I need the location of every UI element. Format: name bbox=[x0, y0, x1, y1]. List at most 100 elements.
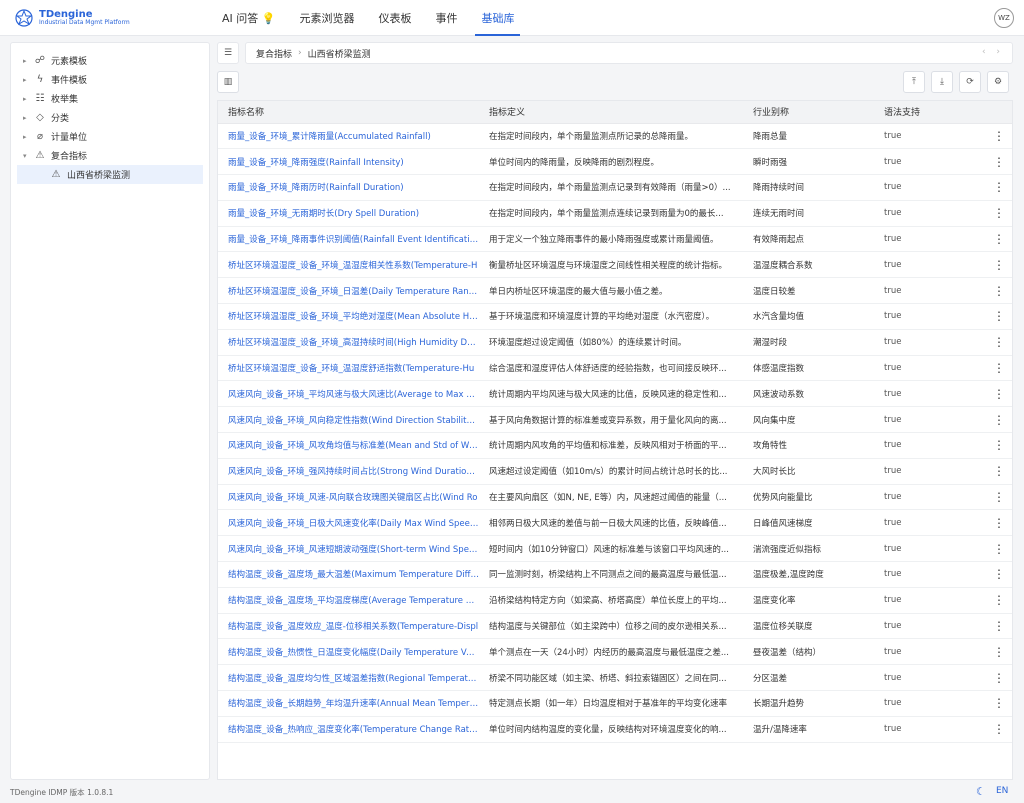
row-more-actions-icon[interactable]: ⋮ bbox=[984, 535, 1012, 563]
breadcrumb-scroll-arrows[interactable]: ‹ › bbox=[982, 47, 1004, 57]
row-more-actions-icon[interactable]: ⋮ bbox=[984, 432, 1012, 459]
table-row: 桥址区环境温湿度_设备_环境_温湿度相关性系数(Temperature-H 衡量桥… bbox=[218, 251, 1012, 279]
tree-item-units[interactable]: ▸ ⌀ 计量单位 bbox=[11, 127, 209, 146]
indicator-name-link[interactable]: 雨量_设备_环境_降雨事件识别阈值(Rainfall Event Identif… bbox=[218, 226, 479, 253]
indicator-name-link[interactable]: 雨量_设备_环境_降雨强度(Rainfall Intensity) bbox=[218, 148, 479, 176]
tree-item-composite-indicators[interactable]: ▾ ⚠ 复合指标 bbox=[11, 146, 209, 165]
row-more-actions-icon[interactable]: ⋮ bbox=[984, 174, 1012, 201]
tree-item-categories[interactable]: ▸ ◇ 分类 bbox=[11, 108, 209, 127]
row-more-actions-icon[interactable]: ⋮ bbox=[984, 484, 1012, 511]
row-more-actions-icon[interactable]: ⋮ bbox=[984, 638, 1012, 666]
row-more-actions-icon[interactable]: ⋮ bbox=[984, 329, 1012, 356]
expand-arrow-icon[interactable]: ▸ bbox=[23, 114, 33, 122]
row-more-actions-icon[interactable]: ⋮ bbox=[984, 277, 1012, 305]
expand-arrow-icon[interactable]: ▸ bbox=[23, 57, 33, 65]
indicator-name-link[interactable]: 桥址区环境温湿度_设备_环境_温湿度舒适指数(Temperature-Hu bbox=[218, 355, 479, 382]
indicator-name-link[interactable]: 雨量_设备_环境_降雨历时(Rainfall Duration) bbox=[218, 174, 479, 201]
upload-icon: ⤒ bbox=[912, 77, 916, 87]
tree-item-enum-sets[interactable]: ▸ ☷ 枚举集 bbox=[11, 89, 209, 108]
expand-arrow-icon[interactable]: ▾ bbox=[23, 152, 33, 160]
indicator-name-link[interactable]: 风速风向_设备_环境_风向稳定性指数(Wind Direction Stabil… bbox=[218, 406, 479, 434]
row-more-actions-icon[interactable]: ⋮ bbox=[984, 613, 1012, 640]
settings-button[interactable]: ⚙ bbox=[987, 71, 1009, 93]
import-button[interactable]: ⤓ bbox=[931, 71, 953, 93]
tree-item-event-templates[interactable]: ▸ ϟ 事件模板 bbox=[11, 70, 209, 89]
indicator-name-link[interactable]: 雨量_设备_环境_无雨期时长(Dry Spell Duration) bbox=[218, 200, 479, 227]
row-more-actions-icon[interactable]: ⋮ bbox=[984, 200, 1012, 227]
tab-ai-qa[interactable]: AI 问答 💡 bbox=[214, 0, 283, 36]
industry-alias: 昼夜温差（结构） bbox=[743, 638, 874, 666]
industry-alias: 瞬时雨强 bbox=[743, 148, 874, 176]
indicator-name-link[interactable]: 结构温度_设备_长期趋势_年均温升速率(Annual Mean Temperat… bbox=[218, 690, 479, 717]
tree-item-label: 复合指标 bbox=[51, 152, 88, 162]
row-more-actions-icon[interactable]: ⋮ bbox=[984, 716, 1012, 743]
indicator-name-link[interactable]: 风速风向_设备_环境_风攻角均值与标准差(Mean and Std of Win… bbox=[218, 432, 479, 459]
syntax-support-value: true bbox=[874, 355, 984, 382]
indicator-name-link[interactable]: 风速风向_设备_环境_日极大风速变化率(Daily Max Wind Speed… bbox=[218, 509, 479, 537]
row-more-actions-icon[interactable]: ⋮ bbox=[984, 458, 1012, 485]
indicator-name-link[interactable]: 桥址区环境温湿度_设备_环境_日温差(Daily Temperature Ran… bbox=[218, 277, 479, 305]
indicator-definition: 特定测点长期（如一年）日均温度相对于基准年的平均变化速率 bbox=[479, 690, 743, 717]
indicator-name-link[interactable]: 风速风向_设备_环境_风速短期波动强度(Short-term Wind Spee… bbox=[218, 535, 479, 563]
tab-library[interactable]: 基础库 bbox=[473, 0, 522, 36]
column-header-syntax-support[interactable]: 语法支持 bbox=[874, 101, 984, 124]
indicator-name-link[interactable]: 雨量_设备_环境_累计降雨量(Accumulated Rainfall) bbox=[218, 123, 479, 150]
tree-item-shanxi-bridge[interactable]: ⚠ 山西省桥梁监测 bbox=[17, 165, 203, 184]
row-more-actions-icon[interactable]: ⋮ bbox=[984, 251, 1012, 279]
expand-arrow-icon[interactable]: ▸ bbox=[23, 76, 33, 84]
row-more-actions-icon[interactable]: ⋮ bbox=[984, 690, 1012, 717]
row-more-actions-icon[interactable]: ⋮ bbox=[984, 355, 1012, 382]
row-more-actions-icon[interactable]: ⋮ bbox=[984, 509, 1012, 537]
expand-arrow-icon[interactable]: ▸ bbox=[23, 95, 33, 103]
app-logo[interactable]: TDengine Industrial Data Mgmt Platform bbox=[14, 6, 130, 30]
row-more-actions-icon[interactable]: ⋮ bbox=[984, 664, 1012, 692]
row-more-actions-icon[interactable]: ⋮ bbox=[984, 148, 1012, 176]
dark-mode-toggle-icon[interactable]: ☾ bbox=[976, 785, 986, 798]
indicator-name-link[interactable]: 桥址区环境温湿度_设备_环境_平均绝对湿度(Mean Absolute Hum bbox=[218, 303, 479, 330]
industry-alias: 优势风向能量比 bbox=[743, 484, 874, 511]
row-more-actions-icon[interactable]: ⋮ bbox=[984, 226, 1012, 253]
download-icon: ⤓ bbox=[940, 77, 944, 87]
indicator-name-link[interactable]: 风速风向_设备_环境_风速-风向联合玫瑰图关键扇区占比(Wind Ro bbox=[218, 484, 479, 511]
indicator-name-link[interactable]: 结构温度_设备_温度场_最大温差(Maximum Temperature Dif… bbox=[218, 561, 479, 588]
column-settings-button[interactable]: ▥ bbox=[217, 71, 239, 93]
indicator-name-link[interactable]: 结构温度_设备_热惯性_日温度变化幅度(Daily Temperature Va… bbox=[218, 638, 479, 666]
expand-arrow-icon[interactable]: ▸ bbox=[23, 133, 33, 141]
column-header-definition[interactable]: 指标定义 bbox=[479, 101, 743, 124]
table-row: 结构温度_设备_热惯性_日温度变化幅度(Daily Temperature Va… bbox=[218, 638, 1012, 666]
row-more-actions-icon[interactable]: ⋮ bbox=[984, 303, 1012, 330]
user-avatar[interactable]: WZ bbox=[994, 8, 1014, 28]
table-toolbar: ▥ ⤒ ⤓ ⟳ ⚙ bbox=[217, 71, 1013, 93]
refresh-button[interactable]: ⟳ bbox=[959, 71, 981, 93]
indicator-definition: 用于定义一个独立降雨事件的最小降雨强度或累计雨量阈值。 bbox=[479, 226, 743, 253]
row-more-actions-icon[interactable]: ⋮ bbox=[984, 380, 1012, 408]
menu-fold-icon: ☰ bbox=[223, 48, 233, 58]
indicator-name-link[interactable]: 桥址区环境温湿度_设备_环境_温湿度相关性系数(Temperature-H bbox=[218, 251, 479, 279]
indicator-name-link[interactable]: 结构温度_设备_热响应_温度变化率(Temperature Change Rat… bbox=[218, 716, 479, 743]
breadcrumb-root[interactable]: 复合指标 bbox=[256, 47, 292, 60]
indicator-name-link[interactable]: 结构温度_设备_温度场_平均温度梯度(Average Temperature G… bbox=[218, 587, 479, 614]
industry-alias: 分区温差 bbox=[743, 664, 874, 692]
row-more-actions-icon[interactable]: ⋮ bbox=[984, 587, 1012, 614]
language-switch[interactable]: EN bbox=[996, 786, 1008, 796]
tab-element-browser[interactable]: 元素浏览器 bbox=[291, 0, 362, 36]
main-panel: ☰ 复合指标 › 山西省桥梁监测 ‹ › ▥ ⤒ ⤓ ⟳ ⚙ 指标名称 指标定义… bbox=[217, 42, 1013, 780]
column-header-name[interactable]: 指标名称 bbox=[218, 101, 479, 124]
tree-item-element-templates[interactable]: ▸ ☍ 元素模板 bbox=[11, 51, 209, 70]
column-header-alias[interactable]: 行业别称 bbox=[743, 101, 874, 124]
indicator-name-link[interactable]: 风速风向_设备_环境_平均风速与极大风速比(Average to Max Win bbox=[218, 380, 479, 408]
indicator-name-link[interactable]: 风速风向_设备_环境_强风持续时间占比(Strong Wind Duration… bbox=[218, 458, 479, 485]
indicator-name-link[interactable]: 结构温度_设备_温度均匀性_区域温差指数(Regional Temperatur… bbox=[218, 664, 479, 692]
indicator-name-link[interactable]: 结构温度_设备_温度效应_温度-位移相关系数(Temperature-Displ bbox=[218, 613, 479, 640]
tab-dashboard[interactable]: 仪表板 bbox=[370, 0, 419, 36]
row-more-actions-icon[interactable]: ⋮ bbox=[984, 561, 1012, 588]
indicator-definition: 在指定时间段内，单个雨量监测点连续记录到雨量为0的最长... bbox=[479, 200, 743, 227]
export-button[interactable]: ⤒ bbox=[903, 71, 925, 93]
collapse-sidebar-button[interactable]: ☰ bbox=[217, 42, 239, 64]
row-more-actions-icon[interactable]: ⋮ bbox=[984, 406, 1012, 434]
indicator-name-link[interactable]: 桥址区环境温湿度_设备_环境_高湿持续时间(High Humidity Dura bbox=[218, 329, 479, 356]
row-more-actions-icon[interactable]: ⋮ bbox=[984, 123, 1012, 150]
indicator-definition: 基于风向角数据计算的标准差或变异系数，用于量化风向的离... bbox=[479, 406, 743, 434]
tab-events[interactable]: 事件 bbox=[427, 0, 465, 36]
syntax-support-value: true bbox=[874, 613, 984, 640]
